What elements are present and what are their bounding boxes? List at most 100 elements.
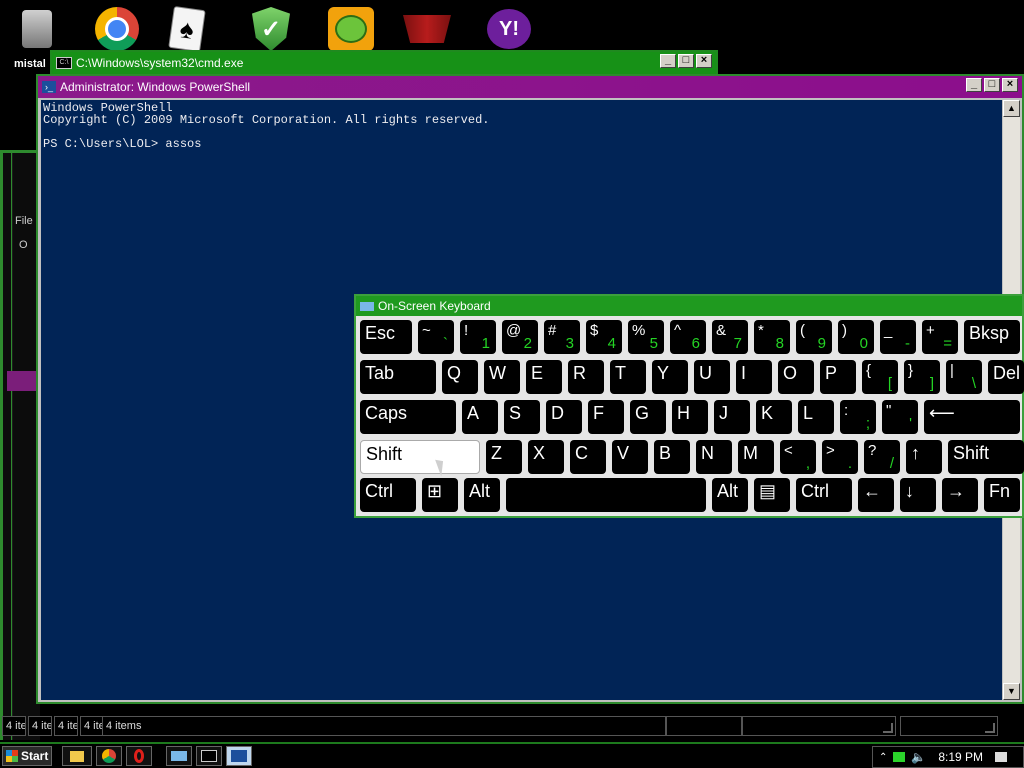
key-fn[interactable]: Fn xyxy=(984,478,1020,512)
key-a[interactable]: A xyxy=(462,400,498,434)
cmd-title-bar[interactable]: C:\ C:\Windows\system32\cmd.exe xyxy=(52,52,716,74)
clock[interactable]: 8:19 PM xyxy=(938,750,983,764)
key-p[interactable]: P xyxy=(820,360,856,394)
key-q[interactable]: Q xyxy=(442,360,478,394)
resize-grip-icon[interactable] xyxy=(883,723,893,733)
key-3[interactable]: #3 xyxy=(544,320,580,354)
key-sym9[interactable]: → xyxy=(942,478,978,512)
osk-title-bar[interactable]: On-Screen Keyboard xyxy=(356,296,1022,316)
key-b[interactable]: B xyxy=(654,440,690,474)
key-shift[interactable]: Shift xyxy=(948,440,1024,474)
show-hidden-icons-icon[interactable]: ⌃ xyxy=(879,752,887,763)
minimize-button[interactable]: _ xyxy=(660,54,676,68)
close-button[interactable]: × xyxy=(1002,78,1018,92)
desktop-icon-chrome[interactable] xyxy=(92,6,142,52)
minimize-button[interactable]: _ xyxy=(966,78,982,92)
key-v[interactable]: V xyxy=(612,440,648,474)
key-7[interactable]: & 7 xyxy=(712,320,748,354)
key-6[interactable]: ^ 6 xyxy=(670,320,706,354)
key-g[interactable]: G xyxy=(630,400,666,434)
key-sym12[interactable]: _ - xyxy=(880,320,916,354)
key-bksp[interactable]: Bksp xyxy=(964,320,1020,354)
key-y[interactable]: Y xyxy=(652,360,688,394)
key-k[interactable]: K xyxy=(756,400,792,434)
key-u[interactable]: U xyxy=(694,360,730,394)
key-sym13[interactable]: | \ xyxy=(946,360,982,394)
start-button[interactable]: Start xyxy=(2,746,52,766)
key-sym12[interactable]: }] xyxy=(904,360,940,394)
desktop-icon-game[interactable] xyxy=(402,6,452,52)
key-esc[interactable]: Esc xyxy=(360,320,412,354)
key-m[interactable]: M xyxy=(738,440,774,474)
key-c[interactable]: C xyxy=(570,440,606,474)
key-sym7[interactable]: ← xyxy=(858,478,894,512)
key-d[interactable]: D xyxy=(546,400,582,434)
key-2[interactable]: @2 xyxy=(502,320,538,354)
key-s[interactable]: S xyxy=(504,400,540,434)
powershell-title-bar[interactable]: ›_ Administrator: Windows PowerShell _ □… xyxy=(38,76,1022,98)
key-h[interactable]: H xyxy=(672,400,708,434)
key-9[interactable]: (9 xyxy=(796,320,832,354)
volume-icon[interactable]: 🔈 xyxy=(911,750,926,764)
action-center-icon[interactable] xyxy=(995,752,1008,762)
desktop-icon-security[interactable]: ✓ xyxy=(246,6,296,52)
key-sym1[interactable]: ~ ` xyxy=(418,320,454,354)
quicklaunch-chrome[interactable] xyxy=(96,746,122,766)
resize-grip-icon[interactable] xyxy=(985,723,995,733)
key-0[interactable]: ) 0 xyxy=(838,320,874,354)
key-1[interactable]: ! 1 xyxy=(460,320,496,354)
key-f[interactable]: F xyxy=(588,400,624,434)
scroll-up-button[interactable]: ▲ xyxy=(1003,100,1020,117)
key-j[interactable]: J xyxy=(714,400,750,434)
key-sym10[interactable]: ? / xyxy=(864,440,900,474)
key-r[interactable]: R xyxy=(568,360,604,394)
maximize-button[interactable]: □ xyxy=(984,78,1000,92)
key-o[interactable]: O xyxy=(778,360,814,394)
maximize-button[interactable]: □ xyxy=(678,54,694,68)
key-caps[interactable]: Caps xyxy=(360,400,456,434)
quicklaunch-opera[interactable] xyxy=(126,746,152,766)
key-space[interactable] xyxy=(506,478,706,512)
background-window[interactable]: File O xyxy=(0,150,40,740)
key-sym11[interactable]: ↑ xyxy=(906,440,942,474)
key-i[interactable]: I xyxy=(736,360,772,394)
key-sym11[interactable]: " ' xyxy=(882,400,918,434)
key-ctrl[interactable]: Ctrl xyxy=(360,478,416,512)
key-shift[interactable]: Shift xyxy=(360,440,480,474)
key-x[interactable]: X xyxy=(528,440,564,474)
key-4[interactable]: $4 xyxy=(586,320,622,354)
close-button[interactable]: × xyxy=(696,54,712,68)
desktop-icon-bad-piggies[interactable] xyxy=(326,6,376,52)
taskbar-osk[interactable] xyxy=(166,746,192,766)
desktop-icon-yahoo[interactable]: Y! xyxy=(484,6,534,52)
quicklaunch-explorer[interactable] xyxy=(62,746,92,766)
network-icon[interactable] xyxy=(893,752,906,762)
key-t[interactable]: T xyxy=(610,360,646,394)
key-w[interactable]: W xyxy=(484,360,520,394)
scroll-down-button[interactable]: ▼ xyxy=(1003,683,1020,700)
key-sym8[interactable]: ↓ xyxy=(900,478,936,512)
key-8[interactable]: * 8 xyxy=(754,320,790,354)
key-z[interactable]: Z xyxy=(486,440,522,474)
key-del[interactable]: Del xyxy=(988,360,1024,394)
key-sym12[interactable]: ⟵ xyxy=(924,400,1020,434)
desktop-icon-solitaire[interactable]: ♠ xyxy=(162,5,212,53)
key-n[interactable]: N xyxy=(696,440,732,474)
key-tab[interactable]: Tab xyxy=(360,360,436,394)
key-l[interactable]: L xyxy=(798,400,834,434)
key-sym13[interactable]: + = xyxy=(922,320,958,354)
key-sym8[interactable]: <, xyxy=(780,440,816,474)
taskbar-cmd[interactable] xyxy=(196,746,222,766)
key-sym1[interactable]: ⊞ xyxy=(422,478,458,512)
key-sym10[interactable]: :; xyxy=(840,400,876,434)
key-ctrl[interactable]: Ctrl xyxy=(796,478,852,512)
key-alt[interactable]: Alt xyxy=(464,478,500,512)
key-sym5[interactable]: ▤ xyxy=(754,478,790,512)
key-e[interactable]: E xyxy=(526,360,562,394)
key-sym11[interactable]: {[ xyxy=(862,360,898,394)
key-5[interactable]: % 5 xyxy=(628,320,664,354)
key-alt[interactable]: Alt xyxy=(712,478,748,512)
key-sym9[interactable]: >. xyxy=(822,440,858,474)
on-screen-keyboard[interactable]: On-Screen Keyboard Esc ~ `! 1 @2 #3 $4% 5 ^ 6 & 7 * 8… xyxy=(354,294,1024,518)
taskbar-powershell[interactable] xyxy=(226,746,252,766)
